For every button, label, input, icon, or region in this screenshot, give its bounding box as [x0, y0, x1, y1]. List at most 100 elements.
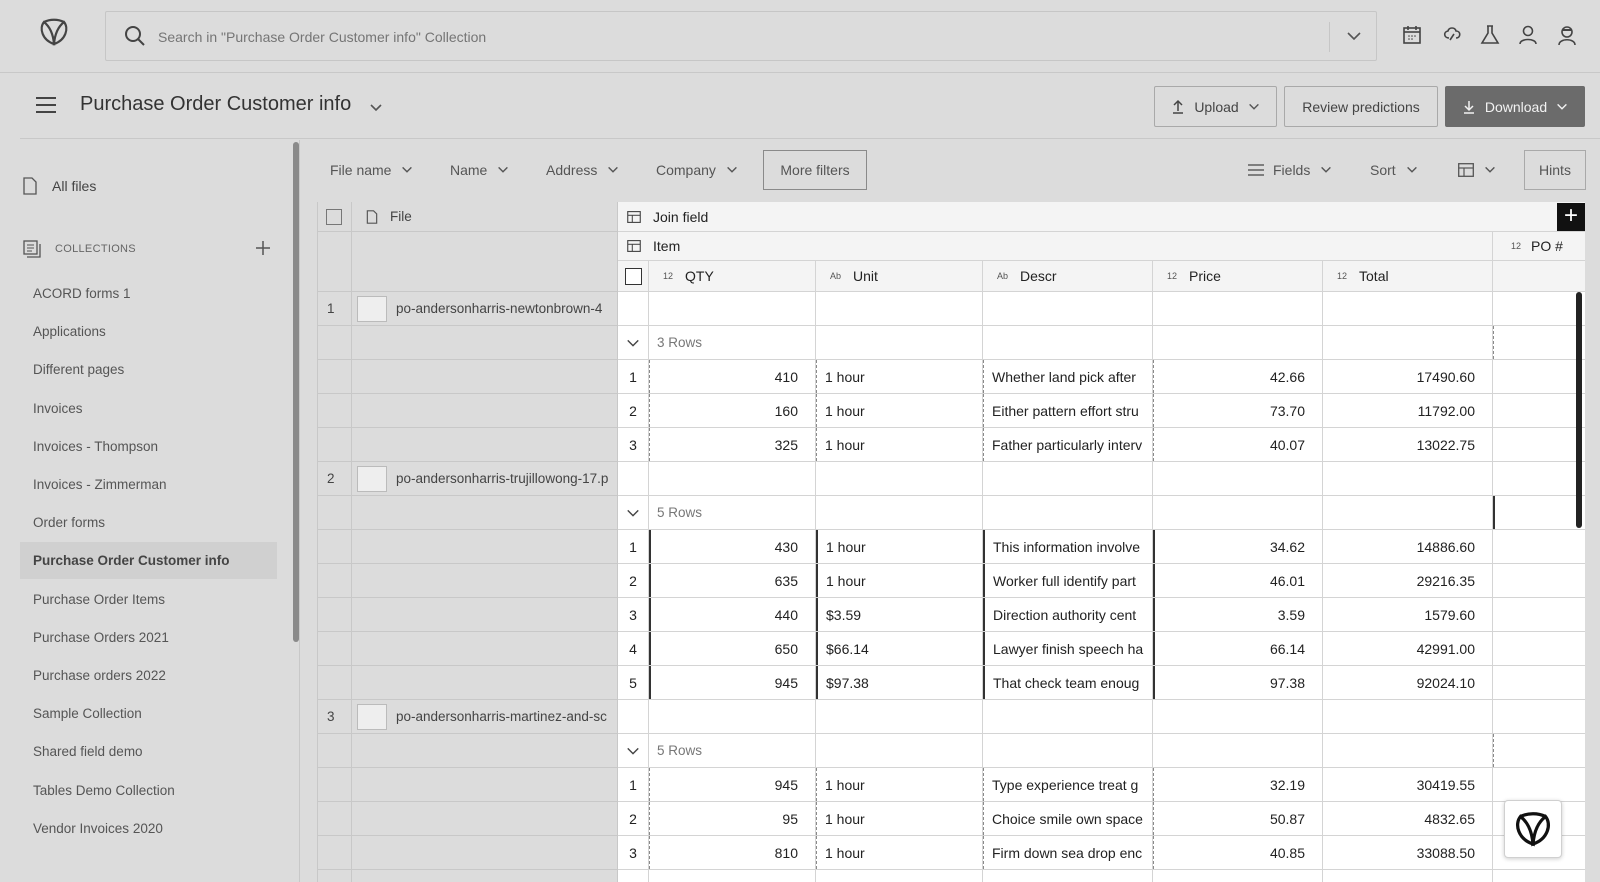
column-header-unit[interactable]: Ab Unit [816, 261, 983, 291]
sidebar-item-collection[interactable]: Invoices - Zimmerman [20, 466, 277, 503]
qty-cell[interactable]: 325 [649, 428, 816, 461]
descr-cell[interactable]: Father particularly interv [983, 428, 1153, 461]
total-cell[interactable]: 13022.75 [1323, 428, 1493, 461]
price-cell[interactable]: 34.62 [1153, 530, 1323, 563]
total-cell[interactable]: 11792.00 [1323, 394, 1493, 427]
file-table-row[interactable]: 1 po-andersonharris-newtonbrown-4 [318, 292, 618, 326]
search-input[interactable] [158, 25, 1308, 49]
po-cell[interactable] [1493, 360, 1585, 393]
sidebar-item-collection[interactable]: ACORD forms 1 [20, 275, 277, 312]
qty-cell[interactable]: 440 [649, 598, 816, 631]
column-header-descr[interactable]: Ab Descr [983, 261, 1153, 291]
sidebar-scrollbar[interactable] [293, 142, 299, 642]
column-header-price[interactable]: 12 Price [1153, 261, 1323, 291]
descr-cell[interactable]: That check team enoug [983, 666, 1153, 699]
qty-cell[interactable]: 160 [649, 394, 816, 427]
column-header-total[interactable]: 12 Total [1323, 261, 1493, 291]
filter-company[interactable]: Company [656, 160, 739, 180]
group-toggle[interactable] [618, 734, 649, 767]
sidebar-item-all-files[interactable]: All files [23, 177, 96, 195]
sidebar-item-collection[interactable]: Purchase Order Customer info [20, 542, 277, 579]
file-thumbnail[interactable] [357, 296, 387, 322]
review-predictions-button[interactable]: Review predictions [1284, 86, 1438, 127]
total-cell[interactable]: 30419.55 [1323, 768, 1493, 801]
unit-cell[interactable]: 1 hour [816, 394, 983, 427]
po-cell[interactable] [1493, 326, 1585, 359]
descr-cell[interactable]: Lawyer finish speech ha [983, 632, 1153, 665]
menu-icon[interactable] [36, 96, 56, 114]
price-cell[interactable]: 73.70 [1153, 394, 1323, 427]
unit-cell[interactable]: 1 hour [816, 836, 983, 869]
file-name[interactable]: po-andersonharris-martinez-and-sc [396, 709, 607, 724]
upload-button[interactable]: Upload [1154, 86, 1277, 127]
sidebar-item-collection[interactable]: Invoices - Thompson [20, 428, 277, 465]
sidebar-item-collection[interactable]: Sample Collection [20, 695, 277, 732]
descr-cell[interactable]: Whether land pick after [983, 360, 1153, 393]
price-cell[interactable]: 40.85 [1153, 836, 1323, 869]
chevron-down-icon[interactable] [368, 100, 384, 116]
file-name[interactable]: po-andersonharris-trujillowong-17.p [396, 471, 608, 486]
price-cell[interactable]: 46.01 [1153, 564, 1323, 597]
app-logo-icon[interactable] [36, 16, 72, 48]
filter-name[interactable]: Name [450, 160, 510, 180]
link-icon[interactable] [1440, 23, 1464, 47]
filter-address[interactable]: Address [546, 160, 620, 180]
descr-cell[interactable]: Direction authority cent [983, 598, 1153, 631]
po-cell[interactable] [1493, 666, 1585, 699]
file-thumbnail[interactable] [357, 466, 387, 492]
fields-menu[interactable]: Fields [1248, 160, 1333, 180]
price-cell[interactable]: 32.19 [1153, 768, 1323, 801]
assistant-button[interactable] [1504, 800, 1562, 858]
file-table-row[interactable]: 2 po-andersonharris-trujillowong-17.p [318, 462, 618, 496]
price-cell[interactable]: 66.14 [1153, 632, 1323, 665]
panel-scrollbar[interactable] [1576, 292, 1582, 528]
unit-cell[interactable]: $97.38 [816, 666, 983, 699]
price-cell[interactable]: 97.38 [1153, 666, 1323, 699]
sidebar-item-collection[interactable]: Invoices [20, 390, 277, 427]
po-cell[interactable] [1493, 598, 1585, 631]
descr-cell[interactable]: Worker full identify part [983, 564, 1153, 597]
po-cell[interactable] [1493, 734, 1585, 767]
descr-cell[interactable]: Type experience treat g [983, 768, 1153, 801]
download-button[interactable]: Download [1445, 86, 1585, 127]
select-all-items-checkbox[interactable] [624, 267, 642, 285]
unit-cell[interactable]: 1 hour [816, 564, 983, 597]
po-cell[interactable] [1493, 564, 1585, 597]
add-column-button[interactable]: + [1557, 203, 1585, 231]
qty-cell[interactable]: 635 [649, 564, 816, 597]
total-cell[interactable]: 4832.65 [1323, 802, 1493, 835]
qty-cell[interactable]: 430 [649, 530, 816, 563]
item-cell[interactable]: Item [618, 232, 1493, 260]
po-cell[interactable] [1493, 428, 1585, 461]
descr-cell[interactable]: Either pattern effort stru [983, 394, 1153, 427]
unit-cell[interactable]: $66.14 [816, 632, 983, 665]
view-menu[interactable] [1458, 160, 1497, 180]
unit-cell[interactable]: 1 hour [816, 428, 983, 461]
more-filters-button[interactable]: More filters [763, 150, 867, 190]
file-name[interactable]: po-andersonharris-newtonbrown-4 [396, 301, 602, 316]
qty-cell[interactable]: 945 [649, 666, 816, 699]
unit-cell[interactable]: 1 hour [816, 530, 983, 563]
po-cell[interactable] [1493, 530, 1585, 563]
total-cell[interactable]: 14886.60 [1323, 530, 1493, 563]
search-bar[interactable] [105, 11, 1377, 61]
select-all-checkbox[interactable] [326, 209, 342, 225]
price-cell[interactable]: 50.87 [1153, 802, 1323, 835]
sidebar-item-collection[interactable]: Purchase Orders 2021 [20, 619, 277, 656]
total-cell[interactable]: 1579.60 [1323, 598, 1493, 631]
total-cell[interactable]: 17490.60 [1323, 360, 1493, 393]
descr-cell[interactable]: This information involve [983, 530, 1153, 563]
flask-icon[interactable] [1478, 23, 1502, 47]
unit-cell[interactable]: $3.59 [816, 598, 983, 631]
unit-cell[interactable]: 1 hour [816, 360, 983, 393]
hints-button[interactable]: Hints [1524, 150, 1586, 190]
qty-cell[interactable]: 945 [649, 768, 816, 801]
total-cell[interactable]: 92024.10 [1323, 666, 1493, 699]
avatar-icon[interactable] [1555, 23, 1579, 47]
unit-cell[interactable]: 1 hour [816, 802, 983, 835]
total-cell[interactable]: 42991.00 [1323, 632, 1493, 665]
po-cell[interactable] [1493, 496, 1585, 529]
qty-cell[interactable]: 810 [649, 836, 816, 869]
price-cell[interactable]: 42.66 [1153, 360, 1323, 393]
po-cell[interactable] [1493, 632, 1585, 665]
